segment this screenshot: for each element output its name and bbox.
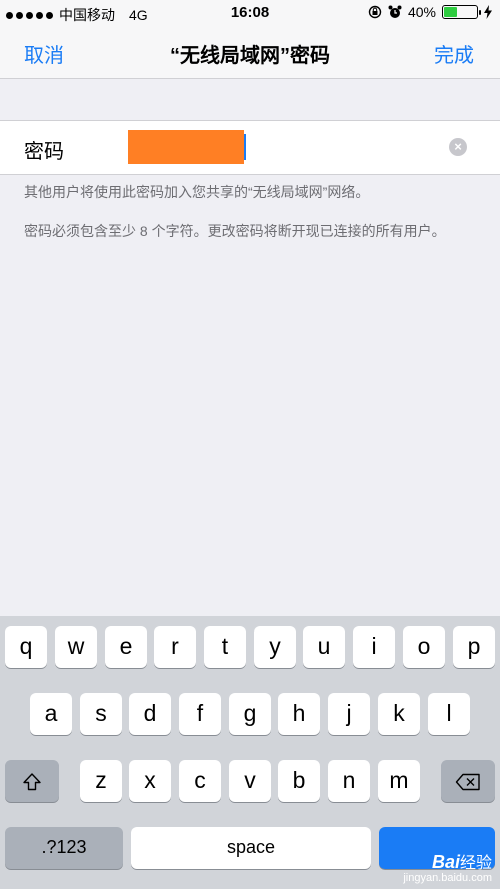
status-bar: 中国移动 4G 16:08 40%: [0, 0, 500, 26]
watermark-brand: Bai: [431, 852, 460, 872]
key-h[interactable]: h: [278, 693, 320, 735]
backspace-key[interactable]: [441, 760, 495, 802]
key-t[interactable]: t: [204, 626, 246, 668]
shift-key[interactable]: [5, 760, 59, 802]
key-s[interactable]: s: [80, 693, 122, 735]
key-l[interactable]: l: [428, 693, 470, 735]
key-k[interactable]: k: [378, 693, 420, 735]
key-u[interactable]: u: [303, 626, 345, 668]
key-p[interactable]: p: [453, 626, 495, 668]
redacted-password-value: [128, 130, 244, 164]
length-note: 密码必须包含至少 8 个字符。更改密码将断开现已连接的所有用户。: [24, 223, 446, 239]
key-o[interactable]: o: [403, 626, 445, 668]
key-m[interactable]: m: [378, 760, 420, 802]
key-x[interactable]: x: [129, 760, 171, 802]
key-a[interactable]: a: [30, 693, 72, 735]
keyboard: q w e r t y u i o p a s d f g h j k l z …: [0, 616, 500, 889]
password-cell: 密码 ×: [0, 120, 500, 175]
page-title: “无线局域网”密码: [170, 45, 330, 67]
key-f[interactable]: f: [179, 693, 221, 735]
share-note: 其他用户将使用此密码加入您共享的“无线局域网”网络。: [24, 184, 370, 200]
watermark: Bai经验 jingyan.baidu.com: [403, 853, 492, 885]
key-j[interactable]: j: [328, 693, 370, 735]
key-e[interactable]: e: [105, 626, 147, 668]
password-input[interactable]: [128, 130, 428, 164]
key-b[interactable]: b: [278, 760, 320, 802]
password-label: 密码: [24, 141, 64, 163]
navigation-bar: 取消 “无线局域网”密码 完成: [0, 26, 500, 79]
done-button[interactable]: 完成: [434, 39, 474, 68]
status-right: 40%: [368, 4, 492, 20]
alarm-icon: [388, 5, 402, 18]
key-g[interactable]: g: [229, 693, 271, 735]
key-d[interactable]: d: [129, 693, 171, 735]
key-i[interactable]: i: [353, 626, 395, 668]
watermark-suffix: 经验: [459, 855, 492, 872]
key-n[interactable]: n: [328, 760, 370, 802]
key-c[interactable]: c: [179, 760, 221, 802]
watermark-url: jingyan.baidu.com: [403, 872, 492, 884]
text-caret: [244, 134, 246, 160]
battery-icon: [442, 5, 481, 19]
numbers-key[interactable]: .?123: [5, 827, 123, 869]
key-z[interactable]: z: [80, 760, 122, 802]
backspace-icon: [455, 773, 480, 791]
battery-percent: 40%: [407, 4, 436, 20]
shift-icon: [23, 773, 41, 791]
key-v[interactable]: v: [229, 760, 271, 802]
key-y[interactable]: y: [254, 626, 296, 668]
key-q[interactable]: q: [5, 626, 47, 668]
orientation-lock-icon: [368, 5, 382, 19]
key-w[interactable]: w: [55, 626, 97, 668]
charging-bolt-icon: [484, 5, 492, 19]
key-r[interactable]: r: [154, 626, 196, 668]
cancel-button[interactable]: 取消: [24, 39, 64, 68]
clear-text-icon[interactable]: ×: [449, 138, 467, 156]
space-key[interactable]: space: [131, 827, 371, 869]
